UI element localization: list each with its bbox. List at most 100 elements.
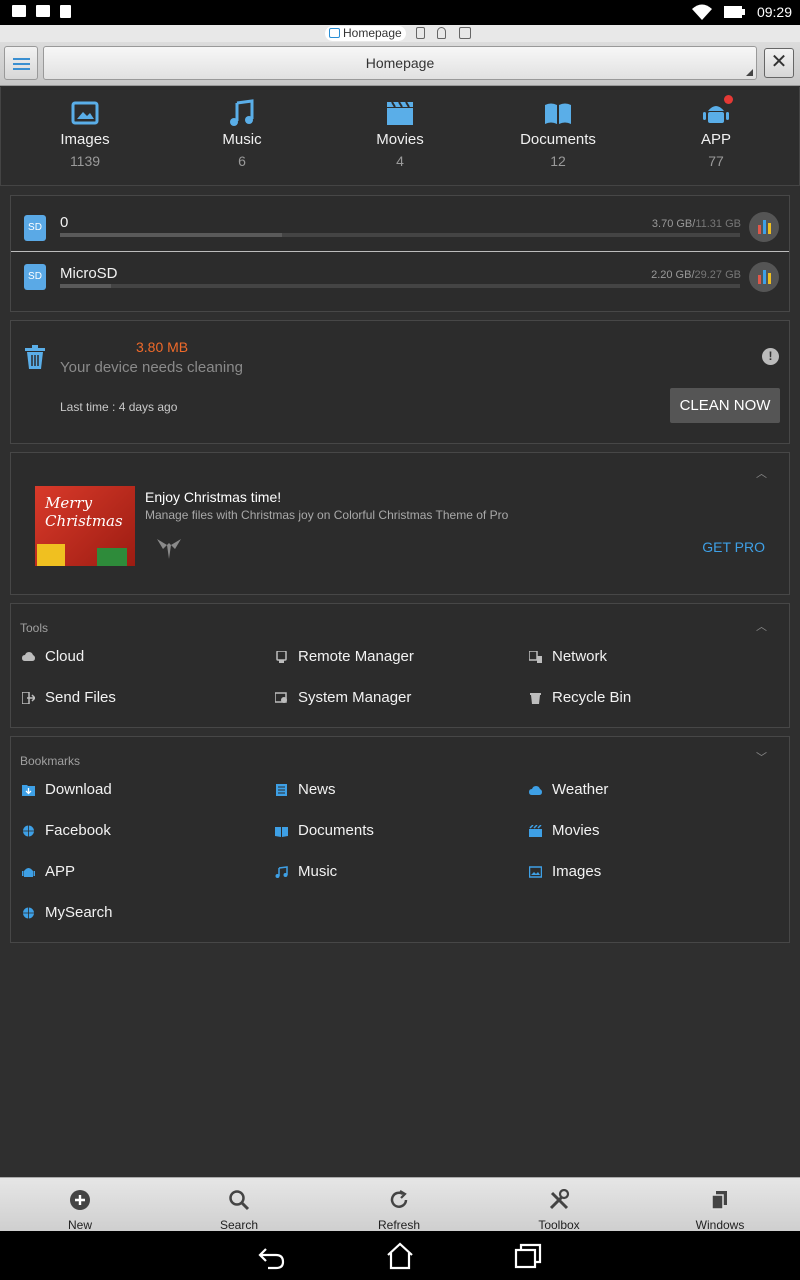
system-manager-icon [275, 692, 287, 703]
dropdown-corner-icon [746, 69, 753, 76]
action-label: Toolbox [538, 1218, 580, 1232]
bookmark-label: APP [45, 863, 76, 880]
toolbox-button[interactable]: Toolbox [509, 1178, 609, 1232]
home-icon[interactable] [385, 1241, 415, 1271]
category-label: Movies [376, 131, 424, 148]
tools-icon [549, 1188, 570, 1210]
tool-label: Remote Manager [298, 648, 414, 665]
tool-cloud[interactable]: Cloud [22, 646, 272, 668]
storage-bar [60, 284, 740, 288]
gmail-icon [12, 5, 26, 17]
tool-label: Network [552, 648, 608, 665]
tool-label: System Manager [298, 689, 412, 706]
plus-circle-icon [70, 1190, 90, 1210]
recent-apps-icon[interactable] [513, 1241, 543, 1271]
storage-analyze-button[interactable] [749, 212, 779, 242]
category-app[interactable]: APP 77 [646, 95, 786, 169]
bookmark-label: MySearch [45, 904, 113, 921]
category-music[interactable]: Music 6 [172, 99, 312, 169]
bookmark-images[interactable]: Images [529, 861, 779, 883]
cleaner-card: 3.80 MB Your device needs cleaning Last … [10, 320, 790, 444]
address-bar[interactable]: Homepage [43, 46, 757, 80]
category-documents[interactable]: Documents 12 [488, 99, 628, 169]
movies-icon [529, 825, 542, 837]
tool-send-files[interactable]: Send Files [22, 687, 272, 709]
trash-icon [530, 693, 541, 704]
info-icon[interactable]: ! [762, 348, 779, 365]
phone-tab-icon[interactable] [416, 27, 425, 39]
christmas-promo-image[interactable]: Merry Christmas [35, 486, 135, 566]
expand-icon[interactable]: ﹀ [756, 749, 767, 765]
storage-size: 2.20 GB/29.27 GB [651, 269, 741, 281]
category-label: Music [222, 131, 262, 148]
search-button[interactable]: Search [189, 1178, 289, 1232]
bookmark-documents[interactable]: Documents [275, 820, 525, 842]
music-note-icon [227, 99, 257, 127]
back-icon[interactable] [256, 1241, 286, 1271]
tab-homepage[interactable]: Homepage [325, 26, 406, 41]
storage-row-internal[interactable]: SD 0 3.70 GB/11.31 GB [11, 201, 789, 253]
cleaning-message: Your device needs cleaning [60, 359, 243, 376]
bookmark-app[interactable]: APP [22, 861, 272, 883]
android-icon [701, 95, 733, 127]
bottom-action-bar: New Search Refresh Toolbox Windows [0, 1177, 800, 1232]
globe-icon [23, 825, 34, 837]
weather-icon [529, 786, 542, 795]
network-tab-icon[interactable] [459, 27, 471, 39]
bookmark-mysearch[interactable]: MySearch [22, 902, 272, 924]
android-tab-icon[interactable] [437, 27, 446, 39]
action-label: Search [219, 1218, 259, 1232]
tool-network[interactable]: Network [529, 646, 779, 668]
bookmark-label: Download [45, 781, 112, 798]
refresh-icon [390, 1190, 408, 1208]
bookmark-label: Images [552, 863, 602, 880]
menu-button[interactable] [4, 46, 38, 80]
new-button[interactable]: New [30, 1178, 130, 1232]
bookmark-music[interactable]: Music [275, 861, 525, 883]
promo-card: ︿ Merry Christmas Enjoy Christmas time! M… [10, 452, 790, 595]
status-bar: 09:29 [0, 0, 800, 25]
category-count: 6 [238, 153, 246, 169]
mail-icon [36, 5, 50, 17]
category-images[interactable]: Images 1139 [15, 99, 155, 169]
clean-now-button[interactable]: CLEAN NOW [670, 388, 780, 423]
category-label: Documents [520, 131, 596, 148]
clock: 09:29 [756, 4, 792, 20]
es-logo-icon [157, 539, 181, 559]
category-movies[interactable]: Movies 4 [330, 99, 470, 169]
storage-bar-fill [60, 284, 111, 288]
close-button[interactable]: ✕ [764, 48, 794, 78]
tool-recycle-bin[interactable]: Recycle Bin [529, 687, 779, 709]
globe-icon [23, 907, 34, 919]
book-icon [275, 827, 288, 837]
gift-graphic [37, 544, 65, 566]
get-pro-link[interactable]: GET PRO [702, 539, 765, 555]
refresh-button[interactable]: Refresh [349, 1178, 449, 1232]
bookmark-movies[interactable]: Movies [529, 820, 779, 842]
bookmark-news[interactable]: News [275, 779, 525, 801]
windows-icon [711, 1191, 727, 1210]
collapse-icon[interactable]: ︿ [756, 618, 767, 634]
address-text: Homepage [365, 55, 435, 71]
send-icon [22, 692, 35, 704]
action-label: New [67, 1218, 92, 1232]
storage-name: 0 [60, 214, 69, 231]
image-icon [70, 99, 100, 127]
storage-bar [60, 233, 740, 237]
bookmark-weather[interactable]: Weather [529, 779, 779, 801]
toolbar: Homepage ✕ [0, 42, 800, 86]
bookmark-label: Documents [298, 822, 374, 839]
promo-image-text: Merry Christmas [45, 494, 123, 530]
bookmark-facebook[interactable]: Facebook [22, 820, 272, 842]
windows-button[interactable]: Windows [670, 1178, 770, 1232]
remote-icon [276, 651, 287, 663]
category-bar: Images 1139 Music 6 Movies 4 Documents 1… [0, 87, 800, 186]
bookmark-download[interactable]: Download [22, 779, 272, 801]
storage-row-microsd[interactable]: SD MicroSD 2.20 GB/29.27 GB [11, 253, 789, 305]
collapse-icon[interactable]: ︿ [756, 465, 767, 481]
sd-card-icon: SD [24, 215, 46, 241]
storage-analyze-button[interactable] [749, 262, 779, 292]
trash-icon [25, 345, 45, 369]
tool-system-manager[interactable]: System Manager [275, 687, 525, 709]
tool-remote-manager[interactable]: Remote Manager [275, 646, 525, 668]
